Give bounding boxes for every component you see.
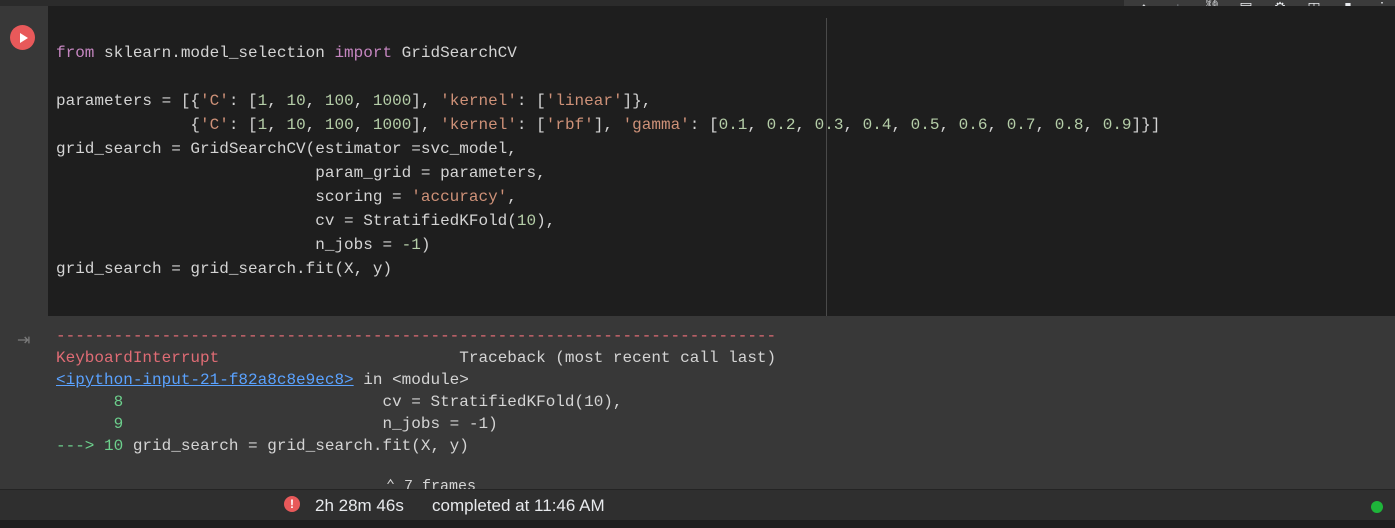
cell-output: ⇥ --------------------------------------… (0, 316, 1395, 489)
frames-label: 7 frames (404, 478, 477, 489)
traceback-separator: ----------------------------------------… (56, 327, 777, 345)
connection-status-icon[interactable] (1371, 501, 1383, 513)
traceback-header: Traceback (most recent call last) (459, 349, 777, 367)
line-9-code: n_jobs = -1) (123, 415, 498, 433)
execution-duration: 2h 28m 46s (315, 496, 404, 515)
chevron-up-icon: ⌃ (386, 478, 396, 489)
bottom-strip (0, 520, 1395, 528)
error-name: KeyboardInterrupt (56, 349, 220, 367)
line-number-9: 9 (56, 415, 124, 433)
completion-time: completed at 11:46 AM (432, 496, 605, 515)
frames-toggle[interactable]: ⌃ 7 frames (386, 476, 476, 489)
code-content[interactable]: from sklearn.model_selection import Grid… (56, 41, 1160, 281)
line-number-8: 8 (56, 393, 124, 411)
line-10-code: grid_search = grid_search.fit(X, y) (123, 437, 469, 455)
status-bar: ! 2h 28m 46s completed at 11:46 AM (0, 489, 1395, 521)
line-8-code: cv = StratifiedKFold(10), (123, 393, 623, 411)
run-cell-button[interactable] (10, 25, 35, 50)
ipython-input-link[interactable]: <ipython-input-21-f82a8c8e9ec8> (56, 371, 354, 389)
cell-gutter (0, 6, 48, 316)
play-icon (19, 32, 28, 43)
in-module: in <module> (353, 371, 469, 389)
error-line-arrow: ---> 10 (56, 437, 124, 455)
code-editor[interactable]: from sklearn.model_selection import Grid… (48, 6, 1395, 316)
traceback: ----------------------------------------… (56, 325, 776, 457)
error-icon[interactable]: ! (284, 496, 300, 512)
output-action-icon[interactable]: ⇥ (17, 330, 30, 350)
